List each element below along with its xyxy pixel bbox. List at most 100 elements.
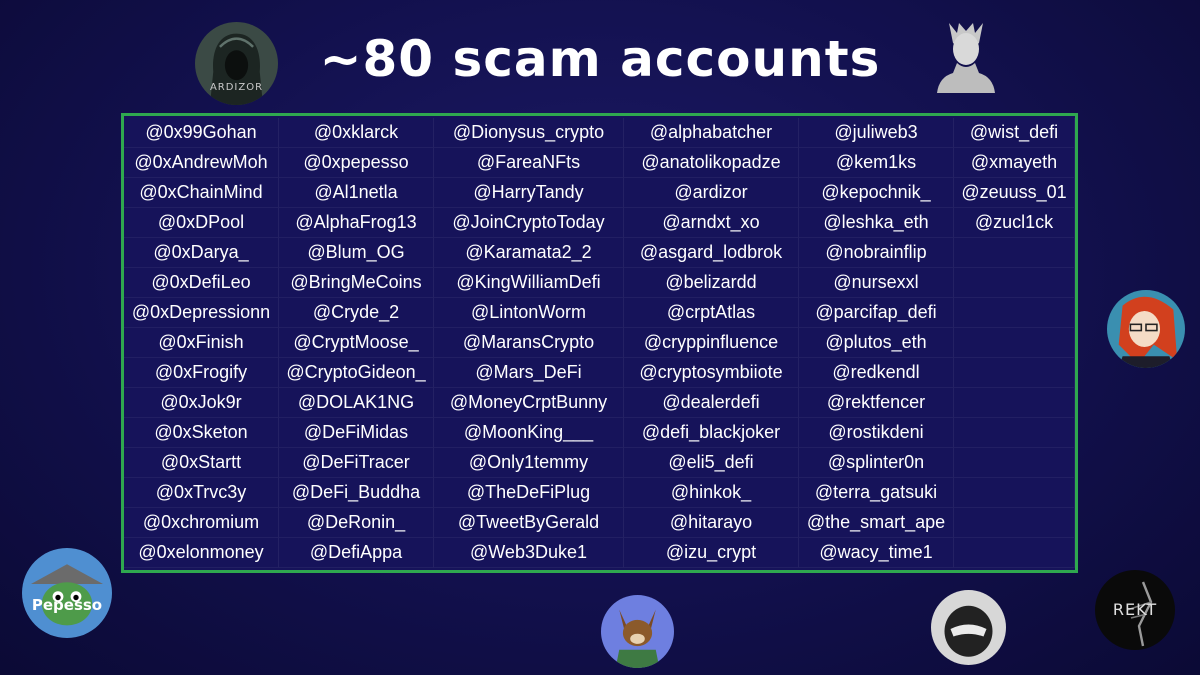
account-handle	[954, 358, 1075, 388]
account-handle: @Karamata2_2	[434, 238, 624, 268]
account-handle: @splinter0n	[799, 448, 954, 478]
page-title: ~80 scam accounts	[319, 30, 881, 88]
account-handle: @cryppinfluence	[624, 328, 799, 358]
account-handle: @rektfencer	[799, 388, 954, 418]
account-handle: @hitarayo	[624, 508, 799, 538]
account-handle: @Mars_DeFi	[434, 358, 624, 388]
account-handle: @ardizor	[624, 178, 799, 208]
account-handle: @defi_blackjoker	[624, 418, 799, 448]
account-handle: @DefiAppa	[279, 538, 434, 568]
account-handle: @JoinCryptoToday	[434, 208, 624, 238]
account-handle: @redkendl	[799, 358, 954, 388]
account-handle: @Web3Duke1	[434, 538, 624, 568]
account-handle: @terra_gatsuki	[799, 478, 954, 508]
account-handle: @CryptoGideon_	[279, 358, 434, 388]
account-handle: @TweetByGerald	[434, 508, 624, 538]
account-handle	[954, 478, 1075, 508]
account-handle: @DeFiTracer	[279, 448, 434, 478]
account-handle: @zucl1ck	[954, 208, 1075, 238]
account-handle: @nursexxl	[799, 268, 954, 298]
account-handle: @DOLAK1NG	[279, 388, 434, 418]
frog-samurai-icon: Pepesso	[22, 548, 112, 638]
account-handle	[954, 268, 1075, 298]
account-handle: @0x99Gohan	[124, 118, 279, 148]
account-handle	[954, 508, 1075, 538]
account-handle: @cryptosymbiiote	[624, 358, 799, 388]
account-handle: @LintonWorm	[434, 298, 624, 328]
account-handle: @belizardd	[624, 268, 799, 298]
account-handle: @nobrainflip	[799, 238, 954, 268]
account-handle: @0xJok9r	[124, 388, 279, 418]
ardizor-label: ARDIZOR	[209, 82, 264, 93]
account-handle: @alphabatcher	[624, 118, 799, 148]
skeleton-icon: REKT	[1095, 570, 1175, 650]
account-handle: @kem1ks	[799, 148, 954, 178]
account-handle: @0xDepressionn	[124, 298, 279, 328]
account-handle: @juliweb3	[799, 118, 954, 148]
account-handle: @leshka_eth	[799, 208, 954, 238]
account-handle: @anatolikopadze	[624, 148, 799, 178]
account-handle: @0xTrvc3y	[124, 478, 279, 508]
account-handle	[954, 388, 1075, 418]
account-handle: @Al1netla	[279, 178, 434, 208]
account-handle: @AlphaFrog13	[279, 208, 434, 238]
account-handle	[954, 328, 1075, 358]
hooded-figure-icon: ARDIZOR	[195, 22, 278, 105]
accounts-table: @0x99Gohan @0xklarck @Dionysus_crypto @alph…	[121, 113, 1078, 573]
account-handle: @eli5_defi	[624, 448, 799, 478]
account-handle: @CryptMoose_	[279, 328, 434, 358]
account-handle	[954, 448, 1075, 478]
account-handle	[954, 238, 1075, 268]
account-handle: @wacy_time1	[799, 538, 954, 568]
account-handle: @DeFi_Buddha	[279, 478, 434, 508]
account-handle: @0xDPool	[124, 208, 279, 238]
account-handle: @DeFiMidas	[279, 418, 434, 448]
account-handle: @MoneyCrptBunny	[434, 388, 624, 418]
account-handle: @the_smart_ape	[799, 508, 954, 538]
account-handle	[954, 538, 1075, 568]
dog-character-icon	[601, 595, 674, 668]
account-handle: @0xDarya_	[124, 238, 279, 268]
account-handle: @xmayeth	[954, 148, 1075, 178]
bust-statue-icon	[935, 15, 997, 95]
pepesso-label: Pepesso	[31, 596, 103, 614]
account-handle: @DeRonin_	[279, 508, 434, 538]
account-handle: @0xChainMind	[124, 178, 279, 208]
account-handle: @Blum_OG	[279, 238, 434, 268]
account-handle: @Dionysus_crypto	[434, 118, 624, 148]
account-handle: @Only1temmy	[434, 448, 624, 478]
account-handle: @rostikdeni	[799, 418, 954, 448]
account-handle: @TheDeFiPlug	[434, 478, 624, 508]
account-handle: @parcifap_defi	[799, 298, 954, 328]
account-handle: @0xpepesso	[279, 148, 434, 178]
account-handle: @hinkok_	[624, 478, 799, 508]
account-handle: @BringMeCoins	[279, 268, 434, 298]
account-handle: @0xFrogify	[124, 358, 279, 388]
account-handle: @KingWilliamDefi	[434, 268, 624, 298]
account-handle: @izu_crypt	[624, 538, 799, 568]
account-handle	[954, 298, 1075, 328]
account-handle: @wist_defi	[954, 118, 1075, 148]
account-handle: @0xSketon	[124, 418, 279, 448]
account-handle: @Cryde_2	[279, 298, 434, 328]
ninja-helmet-icon	[931, 590, 1006, 665]
account-handle: @0xelonmoney	[124, 538, 279, 568]
account-handle	[954, 418, 1075, 448]
account-handle: @crptAtlas	[624, 298, 799, 328]
account-handle: @zeuuss_01	[954, 178, 1075, 208]
account-handle: @plutos_eth	[799, 328, 954, 358]
account-handle: @arndxt_xo	[624, 208, 799, 238]
account-handle: @kepochnik_	[799, 178, 954, 208]
rekt-label: REKT	[1112, 600, 1158, 619]
account-handle: @0xStartt	[124, 448, 279, 478]
account-handle: @dealerdefi	[624, 388, 799, 418]
account-handle: @0xDefiLeo	[124, 268, 279, 298]
account-handle: @HarryTandy	[434, 178, 624, 208]
account-handle: @0xAndrewMoh	[124, 148, 279, 178]
account-handle: @0xklarck	[279, 118, 434, 148]
account-handle: @FareaNFts	[434, 148, 624, 178]
account-handle: @0xFinish	[124, 328, 279, 358]
account-handle: @MoonKing___	[434, 418, 624, 448]
account-handle: @0xchromium	[124, 508, 279, 538]
account-handle: @MaransCrypto	[434, 328, 624, 358]
